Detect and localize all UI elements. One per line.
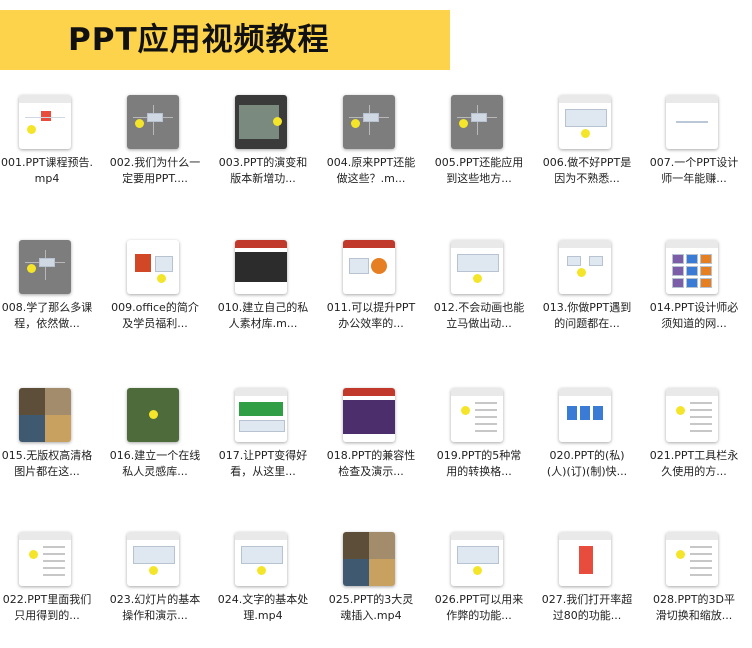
video-file-name: 016.建立一个在线私人灵感库... xyxy=(109,449,201,478)
video-file-name: 025.PPT的3大灵魂插入.mp4 xyxy=(328,593,414,622)
video-file-name: 018.PPT的兼容性检查及演示... xyxy=(326,449,416,478)
video-file-name: 020.PPT的(私)(人)(订)(制)快... xyxy=(546,449,628,478)
video-thumbnail[interactable] xyxy=(127,240,179,294)
video-file-name: 027.我们打开率超过80的功能... xyxy=(541,593,633,622)
video-thumbnail[interactable] xyxy=(235,532,287,586)
video-file-name: 003.PPT的演变和版本新增功... xyxy=(218,156,308,185)
video-file-name: 014.PPT设计师必须知道的网... xyxy=(649,301,739,330)
video-thumbnail[interactable] xyxy=(451,95,503,149)
video-file-name: 012.不会动画也能立马做出动... xyxy=(433,301,525,330)
video-file-name: 019.PPT的5种常用的转换格... xyxy=(436,449,522,478)
video-thumbnail[interactable] xyxy=(19,532,71,586)
video-thumbnail[interactable] xyxy=(19,388,71,442)
video-file-name: 004.原来PPT还能做这些？.m... xyxy=(326,156,416,185)
video-thumbnail[interactable] xyxy=(451,388,503,442)
video-thumbnail[interactable] xyxy=(343,388,395,442)
video-file-name: 009.office的简介及学员福利... xyxy=(111,301,199,330)
video-thumbnail[interactable] xyxy=(666,532,718,586)
video-thumbnail[interactable] xyxy=(666,95,718,149)
video-file-name: 007.一个PPT设计师一年能赚... xyxy=(649,156,739,185)
video-file-name: 028.PPT的3D平滑切换和缩放... xyxy=(653,593,735,622)
video-thumbnail[interactable] xyxy=(343,95,395,149)
video-file-name: 026.PPT可以用来作弊的功能... xyxy=(434,593,524,622)
video-file-name: 002.我们为什么一定要用PPT.... xyxy=(109,156,201,185)
video-thumbnail[interactable] xyxy=(235,95,287,149)
video-file-name: 006.做不好PPT是因为不熟悉... xyxy=(542,156,632,185)
video-thumbnail[interactable] xyxy=(559,388,611,442)
video-thumbnail[interactable] xyxy=(451,240,503,294)
video-file-name: 017.让PPT变得好看，从这里... xyxy=(218,449,308,478)
video-file-name: 010.建立自己的私人素材库.m... xyxy=(217,301,309,330)
video-file-name: 005.PPT还能应用到这些地方... xyxy=(434,156,524,185)
video-file-name: 023.幻灯片的基本操作和演示... xyxy=(109,593,201,622)
video-thumbnail[interactable] xyxy=(127,388,179,442)
video-file-name: 022.PPT里面我们只用得到的... xyxy=(2,593,92,622)
video-thumbnail[interactable] xyxy=(559,95,611,149)
video-thumbnail[interactable] xyxy=(19,95,71,149)
video-thumbnail[interactable] xyxy=(127,532,179,586)
video-file-name: 008.学了那么多课程，依然做... xyxy=(1,301,93,330)
video-file-name: 015.无版权高清格图片都在这... xyxy=(1,449,93,478)
video-thumbnail[interactable] xyxy=(666,388,718,442)
video-file-name: 011.可以提升PPT办公效率的... xyxy=(326,301,416,330)
video-file-name: 021.PPT工具栏永久使用的方... xyxy=(649,449,739,478)
video-thumbnail[interactable] xyxy=(666,240,718,294)
video-file-name: 024.文字的基本处理.mp4 xyxy=(217,593,309,622)
video-thumbnail[interactable] xyxy=(19,240,71,294)
video-file-name: 013.你做PPT遇到的问题都在... xyxy=(542,301,632,330)
video-thumbnail[interactable] xyxy=(559,240,611,294)
video-thumbnail[interactable] xyxy=(451,532,503,586)
video-file-name: 001.PPT课程预告.mp4 xyxy=(1,156,93,185)
video-thumbnail[interactable] xyxy=(127,95,179,149)
video-thumbnail[interactable] xyxy=(235,388,287,442)
video-thumbnail[interactable] xyxy=(235,240,287,294)
video-thumbnail[interactable] xyxy=(343,532,395,586)
video-thumbnail[interactable] xyxy=(343,240,395,294)
video-thumbnail[interactable] xyxy=(559,532,611,586)
page-title: PPT应用视频教程 xyxy=(68,22,330,58)
